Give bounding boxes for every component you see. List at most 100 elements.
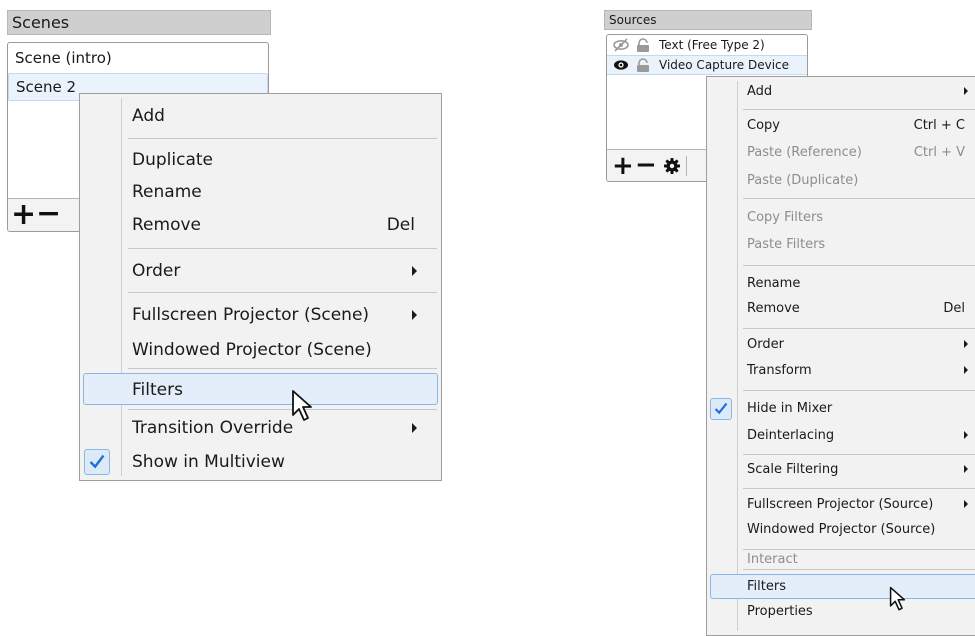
menu-item-label: Copy Filters bbox=[747, 210, 824, 225]
shortcut-label: Ctrl + C bbox=[913, 118, 965, 133]
shortcut-label: Del bbox=[943, 301, 965, 316]
menu-item-transform[interactable]: Transform bbox=[707, 358, 975, 384]
source-label: Text (Free Type 2) bbox=[659, 38, 765, 52]
eye-hidden-icon[interactable] bbox=[613, 38, 629, 52]
submenu-arrow-icon bbox=[964, 465, 968, 473]
menu-item-order[interactable]: Order bbox=[80, 255, 441, 287]
menu-item-paste-filters[interactable]: Paste Filters bbox=[707, 232, 975, 258]
checkbox bbox=[84, 449, 110, 475]
menu-item-copy-filters[interactable]: Copy Filters bbox=[707, 205, 975, 231]
menu-separator bbox=[743, 328, 975, 329]
shortcut-label: Del bbox=[386, 215, 415, 235]
menu-item-label: Paste (Reference) bbox=[747, 145, 862, 160]
submenu-arrow-icon bbox=[964, 366, 968, 374]
eye-icon[interactable] bbox=[613, 58, 629, 72]
menu-item-paste-reference[interactable]: Paste (Reference) Ctrl + V bbox=[707, 140, 975, 166]
submenu-arrow-icon bbox=[964, 340, 968, 348]
source-item-selected[interactable]: Video Capture Device bbox=[607, 55, 807, 75]
menu-item-label: Rename bbox=[747, 276, 801, 291]
menu-item-windowed-projector[interactable]: Windowed Projector (Scene) bbox=[80, 334, 441, 366]
submenu-arrow-icon bbox=[412, 266, 417, 276]
menu-item-copy[interactable]: Copy Ctrl + C bbox=[707, 113, 975, 139]
menu-item-rename[interactable]: Rename bbox=[80, 176, 441, 208]
menu-item-filters[interactable]: Filters bbox=[710, 574, 975, 599]
menu-separator bbox=[743, 198, 975, 199]
menu-item-label: Windowed Projector (Scene) bbox=[132, 340, 372, 360]
menu-item-rename[interactable]: Rename bbox=[707, 271, 975, 297]
submenu-arrow-icon bbox=[964, 431, 968, 439]
menu-separator bbox=[743, 390, 975, 391]
scenes-dock-title: Scenes bbox=[7, 10, 271, 35]
menu-item-filters[interactable]: Filters bbox=[83, 373, 438, 405]
menu-item-transition-override[interactable]: Transition Override bbox=[80, 412, 441, 444]
menu-item-label: Deinterlacing bbox=[747, 428, 835, 443]
menu-item-label: Paste Filters bbox=[747, 237, 826, 252]
menu-separator bbox=[743, 265, 975, 266]
toolbar-divider bbox=[686, 156, 687, 176]
menu-separator bbox=[743, 454, 975, 455]
menu-item-scale-filtering[interactable]: Scale Filtering bbox=[707, 457, 975, 483]
menu-item-label: Show in Multiview bbox=[132, 452, 285, 472]
menu-item-windowed-projector[interactable]: Windowed Projector (Source) bbox=[707, 517, 975, 543]
menu-item-label: Order bbox=[132, 261, 181, 281]
menu-item-label: Fullscreen Projector (Scene) bbox=[132, 305, 370, 325]
minus-icon[interactable]: − bbox=[635, 151, 657, 179]
unlock-icon[interactable] bbox=[635, 38, 651, 52]
menu-item-label: Rename bbox=[132, 182, 202, 202]
menu-separator bbox=[128, 292, 437, 293]
minus-icon[interactable]: − bbox=[36, 199, 61, 229]
menu-item-properties[interactable]: Properties bbox=[707, 599, 975, 625]
menu-item-hide-in-mixer[interactable]: Hide in Mixer bbox=[707, 396, 975, 422]
menu-item-remove[interactable]: Remove Del bbox=[707, 296, 975, 322]
menu-item-label: Remove bbox=[747, 301, 800, 316]
menu-item-label: Remove bbox=[132, 215, 201, 235]
scene-item[interactable]: Scene (intro) bbox=[8, 43, 268, 73]
menu-item-label: Fullscreen Projector (Source) bbox=[747, 497, 934, 512]
menu-separator bbox=[128, 368, 437, 369]
menu-item-paste-duplicate[interactable]: Paste (Duplicate) bbox=[707, 168, 975, 194]
source-item[interactable]: Text (Free Type 2) bbox=[607, 35, 807, 55]
scene-context-menu: Add Duplicate Rename Remove Del Order Ful… bbox=[79, 93, 442, 481]
submenu-arrow-icon bbox=[964, 500, 968, 508]
menu-item-label: Scale Filtering bbox=[747, 462, 839, 477]
menu-item-deinterlacing[interactable]: Deinterlacing bbox=[707, 423, 975, 449]
menu-separator bbox=[743, 488, 975, 489]
menu-separator bbox=[128, 409, 437, 410]
menu-item-label: Paste (Duplicate) bbox=[747, 173, 859, 188]
plus-icon[interactable]: + bbox=[11, 200, 36, 230]
menu-item-duplicate[interactable]: Duplicate bbox=[80, 144, 441, 176]
mouse-cursor-icon bbox=[292, 390, 312, 421]
menu-separator bbox=[128, 138, 437, 139]
gear-icon[interactable] bbox=[664, 158, 680, 174]
menu-item-remove[interactable]: Remove Del bbox=[80, 209, 441, 241]
sources-dock-title: Sources bbox=[604, 10, 812, 30]
checkmark-icon bbox=[89, 454, 105, 469]
submenu-arrow-icon bbox=[412, 423, 417, 433]
plus-icon[interactable]: + bbox=[612, 152, 634, 180]
menu-item-label: Add bbox=[132, 106, 165, 126]
menu-item-add[interactable]: Add bbox=[707, 79, 975, 105]
menu-item-label: Order bbox=[747, 337, 784, 352]
menu-item-label: Add bbox=[747, 84, 773, 99]
checkbox bbox=[710, 398, 732, 420]
menu-item-order[interactable]: Order bbox=[707, 332, 975, 358]
checkmark-icon bbox=[714, 402, 728, 415]
shortcut-label: Ctrl + V bbox=[913, 145, 965, 160]
unlock-icon[interactable] bbox=[635, 58, 651, 72]
menu-item-label: Filters bbox=[747, 579, 786, 594]
mouse-cursor-icon bbox=[889, 586, 906, 611]
menu-item-label: Windowed Projector (Source) bbox=[747, 522, 936, 537]
menu-item-label: Transition Override bbox=[132, 418, 294, 438]
menu-item-label: Copy bbox=[747, 118, 780, 133]
submenu-arrow-icon bbox=[964, 87, 968, 95]
menu-item-label: Properties bbox=[747, 604, 813, 619]
menu-item-add[interactable]: Add bbox=[80, 100, 441, 132]
source-context-menu: Add Copy Ctrl + C Paste (Reference) Ctrl +… bbox=[706, 76, 975, 636]
menu-item-show-in-multiview[interactable]: Show in Multiview bbox=[80, 446, 441, 478]
menu-separator bbox=[743, 569, 975, 570]
menu-item-label: Hide in Mixer bbox=[747, 401, 833, 416]
menu-item-fullscreen-projector[interactable]: Fullscreen Projector (Scene) bbox=[80, 299, 441, 331]
menu-item-fullscreen-projector[interactable]: Fullscreen Projector (Source) bbox=[707, 492, 975, 518]
menu-separator bbox=[743, 109, 975, 110]
menu-item-label: Filters bbox=[132, 380, 183, 400]
